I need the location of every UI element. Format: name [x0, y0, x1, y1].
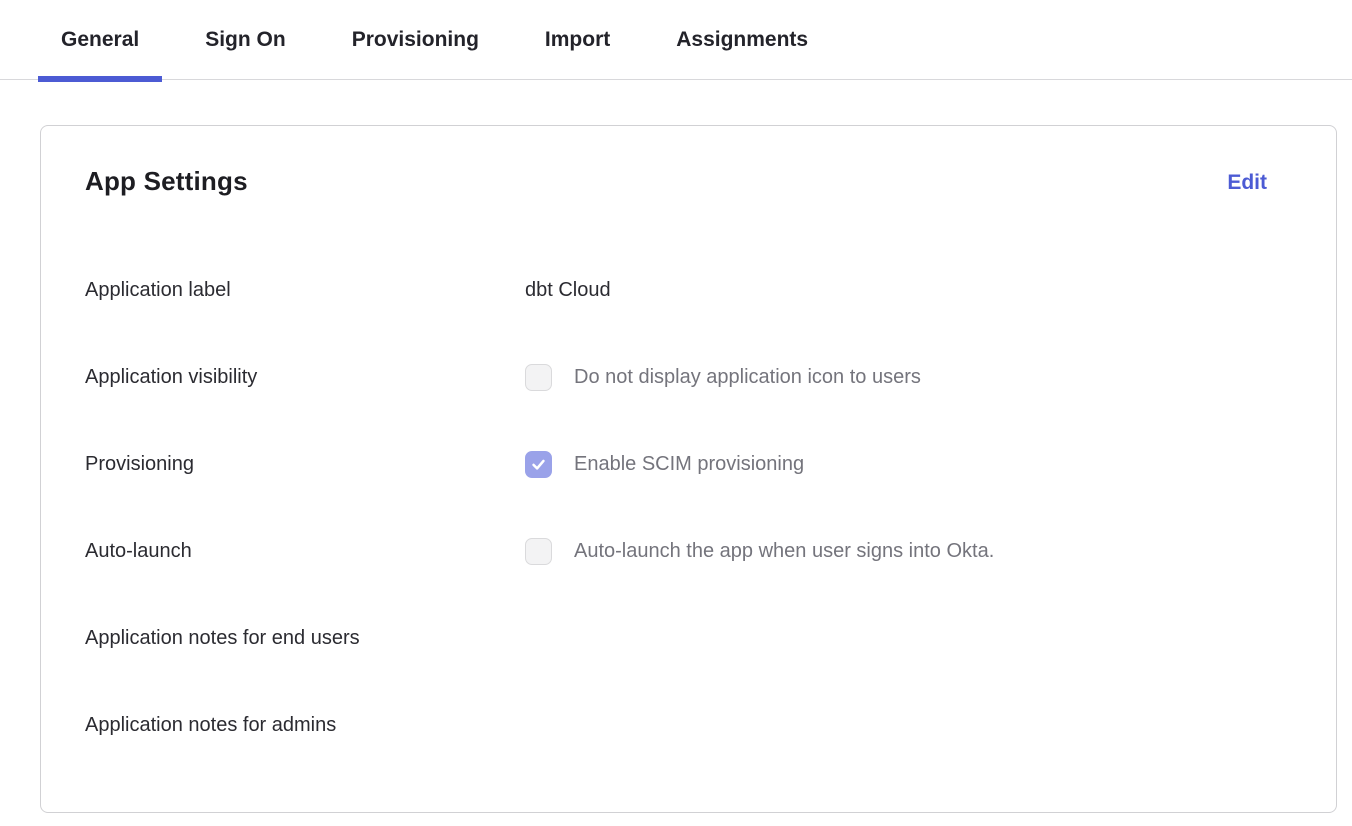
- application-label-value: dbt Cloud: [525, 279, 611, 302]
- checkbox-label: Auto-launch the app when user signs into…: [574, 540, 994, 563]
- tab-sign-on[interactable]: Sign On: [182, 0, 309, 79]
- checkbox-label: Enable SCIM provisioning: [574, 453, 804, 476]
- row-label: Application notes for end users: [85, 627, 525, 650]
- page-title: App Settings: [85, 166, 248, 197]
- checkmark-icon: [530, 456, 547, 473]
- tab-bar: General Sign On Provisioning Import Assi…: [0, 0, 1352, 80]
- row-application-label: Application label dbt Cloud: [85, 274, 1292, 306]
- row-application-visibility: Application visibility Do not display ap…: [85, 361, 1292, 393]
- edit-button[interactable]: Edit: [1227, 166, 1267, 200]
- row-provisioning: Provisioning Enable SCIM provisioning: [85, 448, 1292, 480]
- row-label: Application notes for admins: [85, 714, 525, 737]
- tab-import[interactable]: Import: [522, 0, 633, 79]
- card-header: App Settings Edit: [85, 166, 1292, 200]
- app-settings-card: App Settings Edit Application label dbt …: [40, 125, 1337, 813]
- tab-general[interactable]: General: [38, 0, 162, 79]
- row-label: Application label: [85, 279, 525, 302]
- row-label: Provisioning: [85, 453, 525, 476]
- checkbox-label: Do not display application icon to users: [574, 366, 921, 389]
- tab-provisioning[interactable]: Provisioning: [329, 0, 502, 79]
- row-auto-launch: Auto-launch Auto-launch the app when use…: [85, 535, 1292, 567]
- auto-launch-checkbox[interactable]: [525, 538, 552, 565]
- application-visibility-checkbox[interactable]: [525, 364, 552, 391]
- row-application-notes-admins: Application notes for admins: [85, 709, 1292, 741]
- row-label: Auto-launch: [85, 540, 525, 563]
- tab-assignments[interactable]: Assignments: [653, 0, 831, 79]
- row-label: Application visibility: [85, 366, 525, 389]
- enable-scim-provisioning-checkbox[interactable]: [525, 451, 552, 478]
- row-application-notes-end-users: Application notes for end users: [85, 622, 1292, 654]
